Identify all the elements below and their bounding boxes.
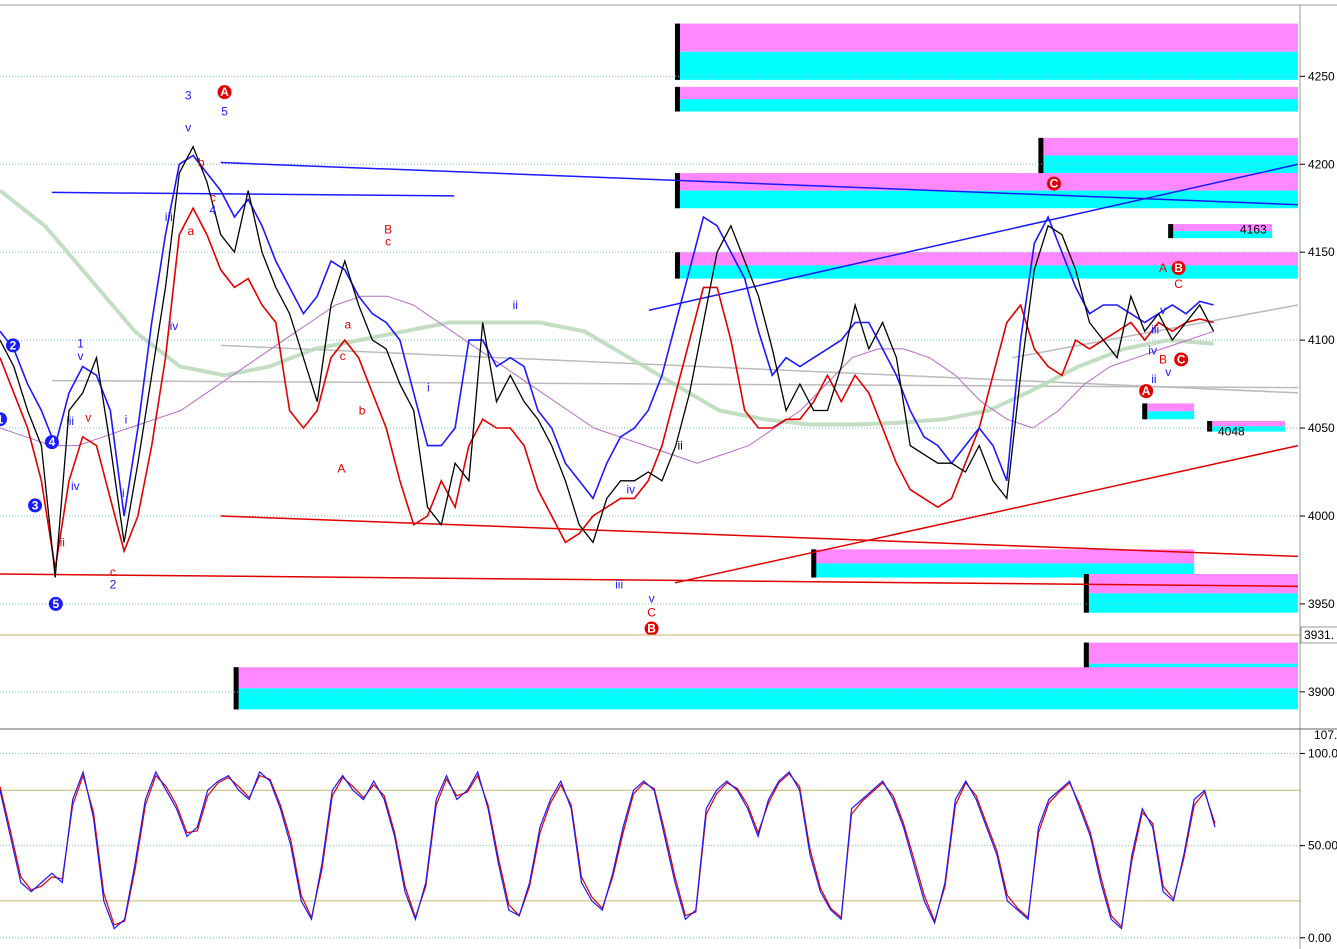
series-line	[0, 772, 1216, 929]
price-tick-label: 3900	[1308, 685, 1335, 699]
wave-label: C	[1050, 177, 1059, 191]
chart: 4163404812345iiiivv1viic2ii3vbiiiivac45A…	[0, 4, 1337, 949]
zone-cyan	[674, 265, 1298, 279]
wave-label: A	[1142, 384, 1151, 398]
zone-magenta	[1142, 403, 1195, 412]
wave-label: iii	[1151, 323, 1159, 337]
wave-label: i	[122, 486, 125, 500]
wave-label: iv	[626, 483, 635, 497]
series-line	[0, 769, 1216, 930]
current-price-label: 3931.	[1304, 628, 1334, 642]
zone-marker	[233, 667, 239, 710]
wave-label: A	[1159, 261, 1167, 275]
wave-label: v	[77, 349, 83, 363]
wave-label: v	[85, 410, 91, 424]
zone-marker	[1207, 421, 1213, 432]
wave-label: ii	[1151, 372, 1156, 386]
wave-label: 1	[0, 412, 4, 426]
wave-label: i	[125, 412, 128, 426]
wave-label: 2	[10, 338, 17, 352]
wave-label: b	[359, 403, 366, 417]
zone-marker	[674, 252, 680, 279]
price-tick-label: 4000	[1308, 509, 1335, 523]
wave-label: 5	[221, 105, 228, 119]
price-tick-label: 4100	[1308, 333, 1335, 347]
wave-label: A	[220, 85, 229, 99]
zone-magenta	[674, 23, 1298, 52]
price-tick-label: 4050	[1308, 421, 1335, 435]
wave-label: B	[1174, 261, 1183, 275]
wave-label: 2	[110, 578, 117, 592]
zone-magenta	[1083, 642, 1298, 664]
osc-tick-label: 0.00	[1308, 931, 1332, 945]
series-long-average	[0, 189, 1214, 427]
price-annotation: 4163	[1240, 222, 1267, 236]
wave-label: v	[1165, 365, 1171, 379]
wave-label: 4	[49, 435, 56, 449]
price-tick-label: 4250	[1308, 69, 1335, 83]
wave-label: 3	[185, 89, 192, 103]
zone-magenta	[1083, 574, 1298, 594]
zone-cyan	[674, 190, 1298, 209]
zone-cyan	[1083, 593, 1298, 613]
wave-label: a	[345, 317, 352, 331]
wave-label: iv	[1148, 344, 1157, 358]
price-tick-label: 3950	[1308, 597, 1335, 611]
price-tick-label: 4200	[1308, 157, 1335, 171]
wave-label: A	[337, 461, 345, 475]
zone-marker	[1168, 224, 1174, 239]
wave-label: c	[385, 235, 391, 249]
zone-magenta	[674, 252, 1298, 266]
price-tick-label: 4150	[1308, 245, 1335, 259]
osc-top-value: 107.	[1314, 728, 1337, 742]
wave-label: v	[1160, 303, 1166, 317]
wave-label: 4	[210, 203, 217, 217]
wave-label: c	[340, 349, 346, 363]
zone-magenta	[233, 667, 1298, 689]
zone-marker	[674, 23, 680, 80]
wave-label: ii	[513, 298, 518, 312]
wave-label: 5	[52, 597, 59, 611]
osc-tick-label: 50.00	[1308, 839, 1337, 853]
trend-line	[51, 191, 455, 197]
series-upper-band	[0, 154, 1214, 517]
zone-magenta	[811, 549, 1195, 564]
zone-marker	[811, 549, 817, 578]
wave-label: iii	[66, 414, 74, 428]
wave-label: iv	[170, 319, 179, 333]
zone-marker	[1083, 574, 1089, 613]
wave-label: B	[647, 622, 656, 636]
wave-label: ii	[60, 535, 65, 549]
zone-cyan	[674, 99, 1298, 112]
wave-label: C	[1177, 352, 1186, 366]
wave-label: C	[1174, 277, 1183, 291]
zone-magenta	[674, 173, 1298, 191]
wave-label: ii	[677, 439, 682, 453]
wave-label: iii	[615, 578, 623, 592]
zone-cyan	[1142, 411, 1195, 420]
zone-marker	[674, 86, 680, 112]
wave-label: a	[187, 224, 194, 238]
trend-line	[220, 344, 1299, 394]
wave-label: v	[185, 120, 191, 134]
price-annotation: 4048	[1218, 425, 1245, 439]
trend-line	[220, 515, 1299, 558]
zone-marker	[1142, 403, 1148, 420]
zone-cyan	[674, 51, 1298, 80]
zone-magenta	[674, 86, 1298, 100]
wave-label: C	[647, 606, 656, 620]
wave-label: i	[427, 381, 430, 395]
zone-marker	[1038, 137, 1044, 174]
wave-label: v	[649, 592, 655, 606]
wave-label: b	[198, 156, 205, 170]
zone-magenta	[1038, 137, 1298, 156]
series-slow-average	[0, 295, 1214, 464]
wave-label: iii	[165, 210, 173, 224]
wave-label: 3	[32, 498, 39, 512]
osc-tick-label: 100.0	[1308, 746, 1337, 760]
wave-label: iv	[71, 479, 80, 493]
zone-marker	[674, 173, 680, 209]
trendlines-layer	[0, 161, 1299, 588]
